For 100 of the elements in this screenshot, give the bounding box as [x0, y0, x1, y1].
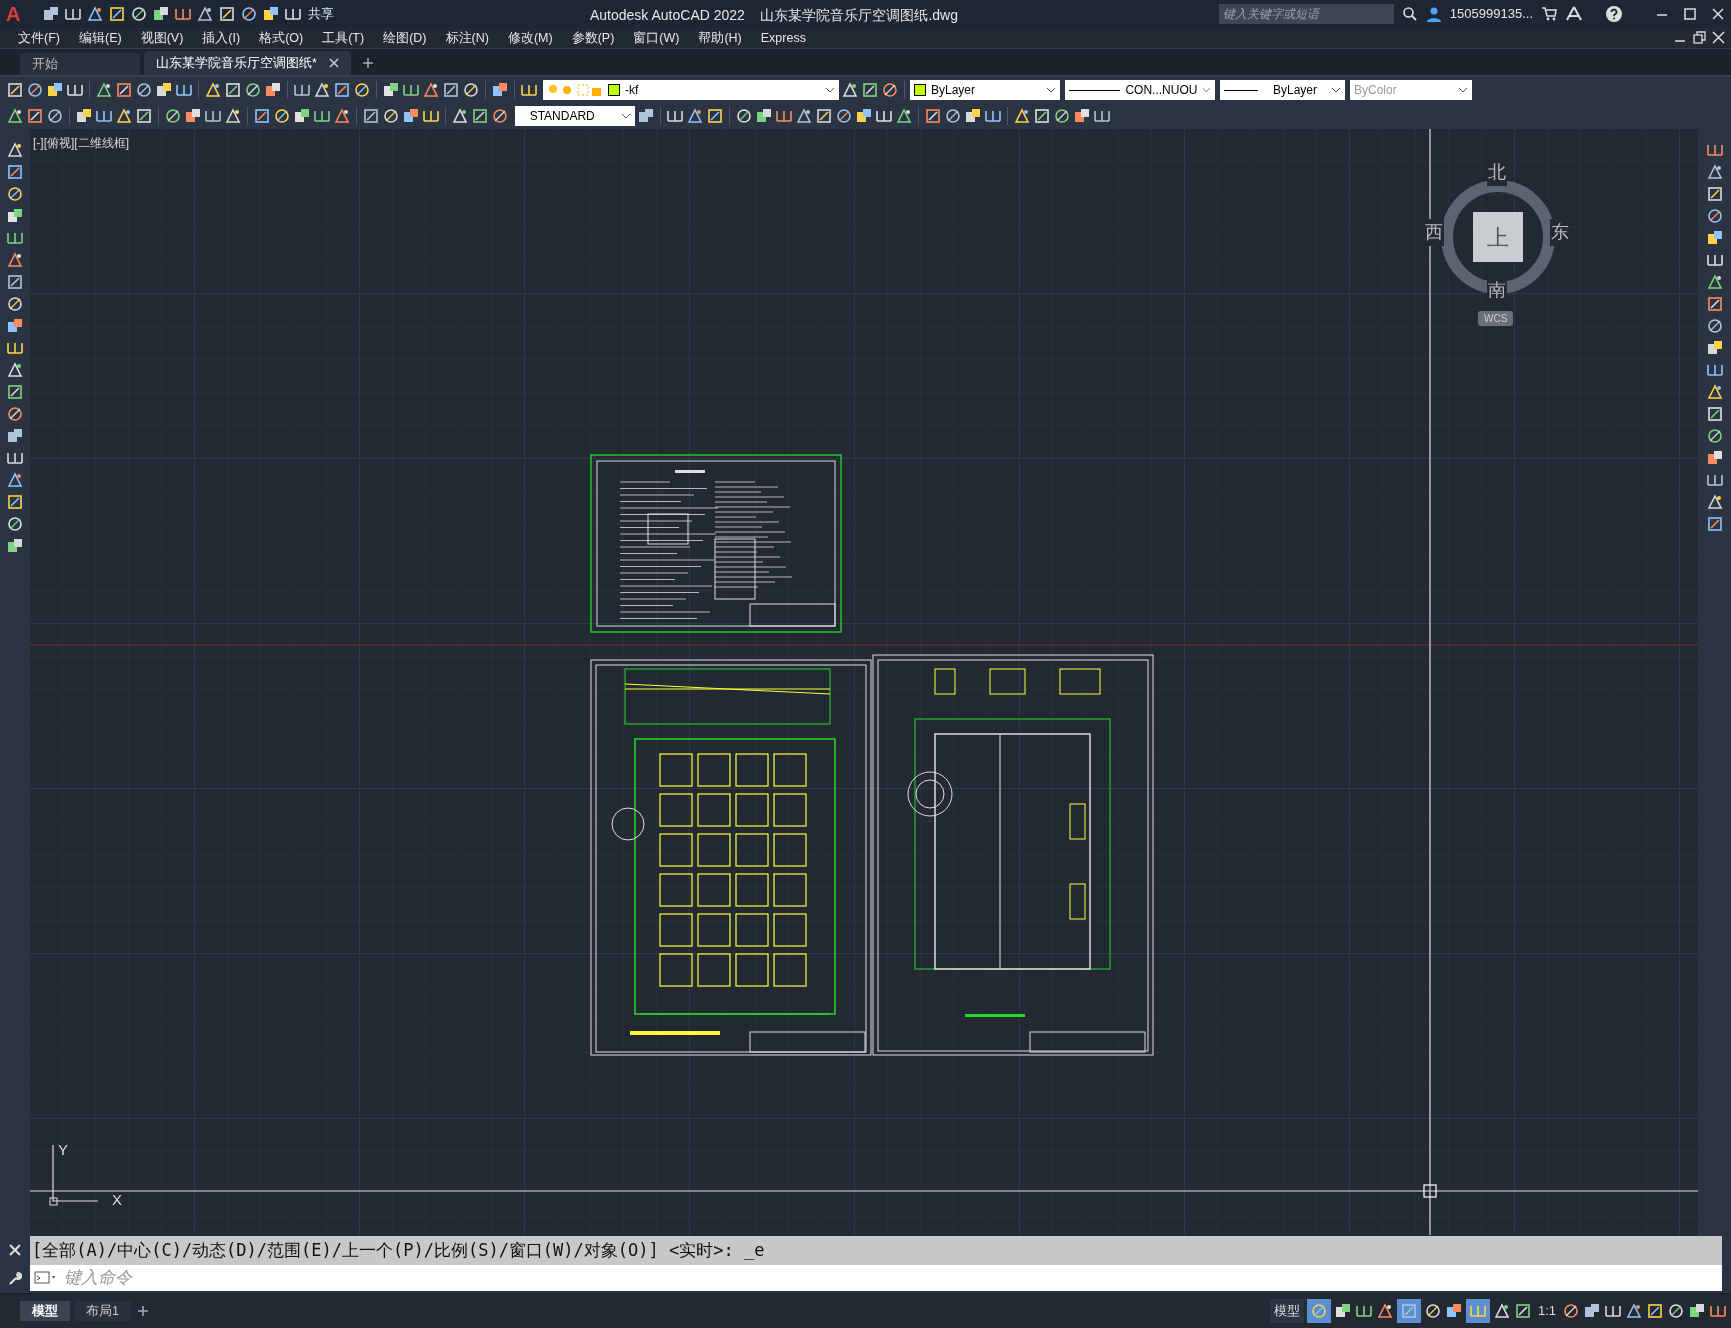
menu-item[interactable]: 修改(M) — [507, 28, 553, 48]
tool-icon[interactable] — [6, 207, 24, 225]
tool-icon[interactable] — [333, 81, 351, 99]
menu-item[interactable]: 参数(P) — [571, 28, 615, 48]
tool-icon[interactable] — [637, 107, 655, 125]
tool-icon[interactable] — [6, 81, 24, 99]
tool-icon[interactable] — [184, 107, 202, 125]
tool-icon[interactable] — [6, 427, 24, 445]
tool-icon[interactable] — [1053, 107, 1071, 125]
tool-icon[interactable] — [1705, 185, 1724, 203]
tool-icon[interactable] — [1444, 1302, 1463, 1320]
tool-icon[interactable] — [264, 81, 282, 99]
tool-icon[interactable] — [1705, 317, 1724, 335]
user-name[interactable]: 1505999135... — [1449, 4, 1533, 24]
search-icon[interactable] — [1401, 6, 1418, 22]
tool-icon[interactable] — [6, 273, 24, 291]
tool-icon[interactable] — [1705, 427, 1724, 445]
command-input[interactable]: 键入命令 — [62, 1265, 1722, 1291]
menu-item[interactable]: 插入(I) — [202, 28, 241, 48]
tool-icon[interactable] — [6, 141, 24, 159]
tool-icon[interactable] — [164, 107, 182, 125]
tool-icon[interactable] — [75, 107, 93, 125]
tool-icon[interactable] — [6, 383, 24, 401]
compass-label[interactable]: 东 — [1550, 219, 1570, 246]
tool-icon[interactable] — [115, 107, 133, 125]
tool-icon[interactable] — [362, 107, 380, 125]
tool-icon[interactable] — [706, 107, 724, 125]
tool-icon[interactable] — [313, 81, 331, 99]
tool-icon[interactable] — [95, 81, 113, 99]
tool-icon[interactable] — [6, 295, 24, 313]
tool-icon[interactable] — [26, 81, 44, 99]
tool-icon[interactable] — [333, 107, 351, 125]
tool-icon[interactable] — [861, 81, 879, 99]
tool-icon[interactable] — [224, 107, 242, 125]
tool-icon[interactable] — [855, 107, 873, 125]
tool-icon[interactable] — [1667, 1302, 1685, 1320]
compass-label[interactable]: 南 — [1487, 279, 1507, 301]
tool-icon[interactable] — [6, 537, 24, 555]
tool-icon[interactable] — [1705, 383, 1724, 401]
tool-icon[interactable] — [6, 405, 24, 423]
tool-icon[interactable] — [1073, 107, 1091, 125]
tool-icon[interactable] — [204, 81, 222, 99]
maximize-icon[interactable] — [1683, 7, 1697, 21]
tool-icon[interactable] — [6, 493, 24, 511]
tool-icon[interactable] — [881, 81, 899, 99]
tool-icon[interactable] — [155, 81, 173, 99]
tool-icon[interactable] — [6, 107, 24, 125]
tool-icon[interactable] — [6, 361, 24, 379]
document-tab[interactable]: 山东某学院音乐厅空调图纸* — [144, 51, 351, 75]
tool-icon[interactable] — [293, 107, 311, 125]
tool-icon[interactable] — [152, 5, 170, 23]
menu-item[interactable]: 文件(F) — [18, 28, 60, 48]
tool-icon[interactable] — [735, 107, 753, 125]
tool-icon[interactable] — [451, 107, 469, 125]
tool-icon[interactable] — [1688, 1302, 1706, 1320]
tool-icon[interactable] — [382, 107, 400, 125]
tool-icon[interactable] — [795, 107, 813, 125]
menu-item[interactable]: 绘图(D) — [383, 28, 427, 48]
tool-icon[interactable] — [1705, 295, 1724, 313]
tool-icon[interactable] — [1705, 405, 1724, 423]
tool-icon[interactable] — [1625, 1302, 1643, 1320]
tool-icon[interactable] — [755, 107, 773, 125]
wrench-icon[interactable] — [8, 1271, 22, 1286]
tool-icon[interactable] — [491, 81, 509, 99]
new-tab-icon[interactable] — [360, 56, 375, 70]
tool-icon[interactable] — [1705, 229, 1724, 247]
tool-icon[interactable] — [1705, 515, 1724, 533]
tool-icon[interactable] — [196, 5, 214, 23]
tool-icon[interactable] — [130, 5, 148, 23]
tool-icon[interactable] — [1583, 1302, 1601, 1320]
tool-icon[interactable] — [6, 163, 24, 181]
tool-icon[interactable] — [1492, 1302, 1511, 1320]
tool-icon[interactable] — [1705, 273, 1724, 291]
tool-icon[interactable] — [6, 515, 24, 533]
help-icon[interactable] — [1605, 5, 1623, 23]
tool-icon[interactable] — [244, 81, 262, 99]
tool-icon[interactable] — [1705, 449, 1724, 467]
tool-icon[interactable] — [273, 107, 291, 125]
close-icon[interactable] — [9, 1243, 21, 1256]
tool-icon[interactable] — [491, 107, 509, 125]
tool-icon[interactable] — [218, 5, 236, 23]
tool-icon[interactable] — [46, 81, 64, 99]
tool-icon[interactable] — [1646, 1302, 1664, 1320]
new-layout-icon[interactable] — [136, 1305, 149, 1317]
annotation-scale-button[interactable]: 1:1 — [1534, 1301, 1559, 1321]
model-space-button[interactable]: 模型 — [1269, 1299, 1304, 1323]
tool-icon[interactable] — [115, 81, 133, 99]
menu-item[interactable]: 标注(N) — [445, 28, 489, 48]
tool-icon[interactable] — [402, 107, 420, 125]
tool-icon[interactable] — [1423, 1302, 1442, 1320]
tool-icon[interactable] — [1033, 107, 1051, 125]
tool-icon[interactable] — [1375, 1302, 1394, 1320]
cart-icon[interactable] — [1541, 6, 1557, 22]
viewcube-face[interactable]: 上 — [1473, 212, 1523, 262]
tool-icon[interactable] — [1513, 1302, 1532, 1320]
menu-item[interactable]: 窗口(W) — [633, 28, 680, 48]
tool-icon[interactable] — [382, 81, 400, 99]
text-style-dropdown[interactable]: STANDARD — [515, 106, 635, 126]
tool-icon[interactable] — [835, 107, 853, 125]
tool-icon[interactable] — [1705, 207, 1724, 225]
